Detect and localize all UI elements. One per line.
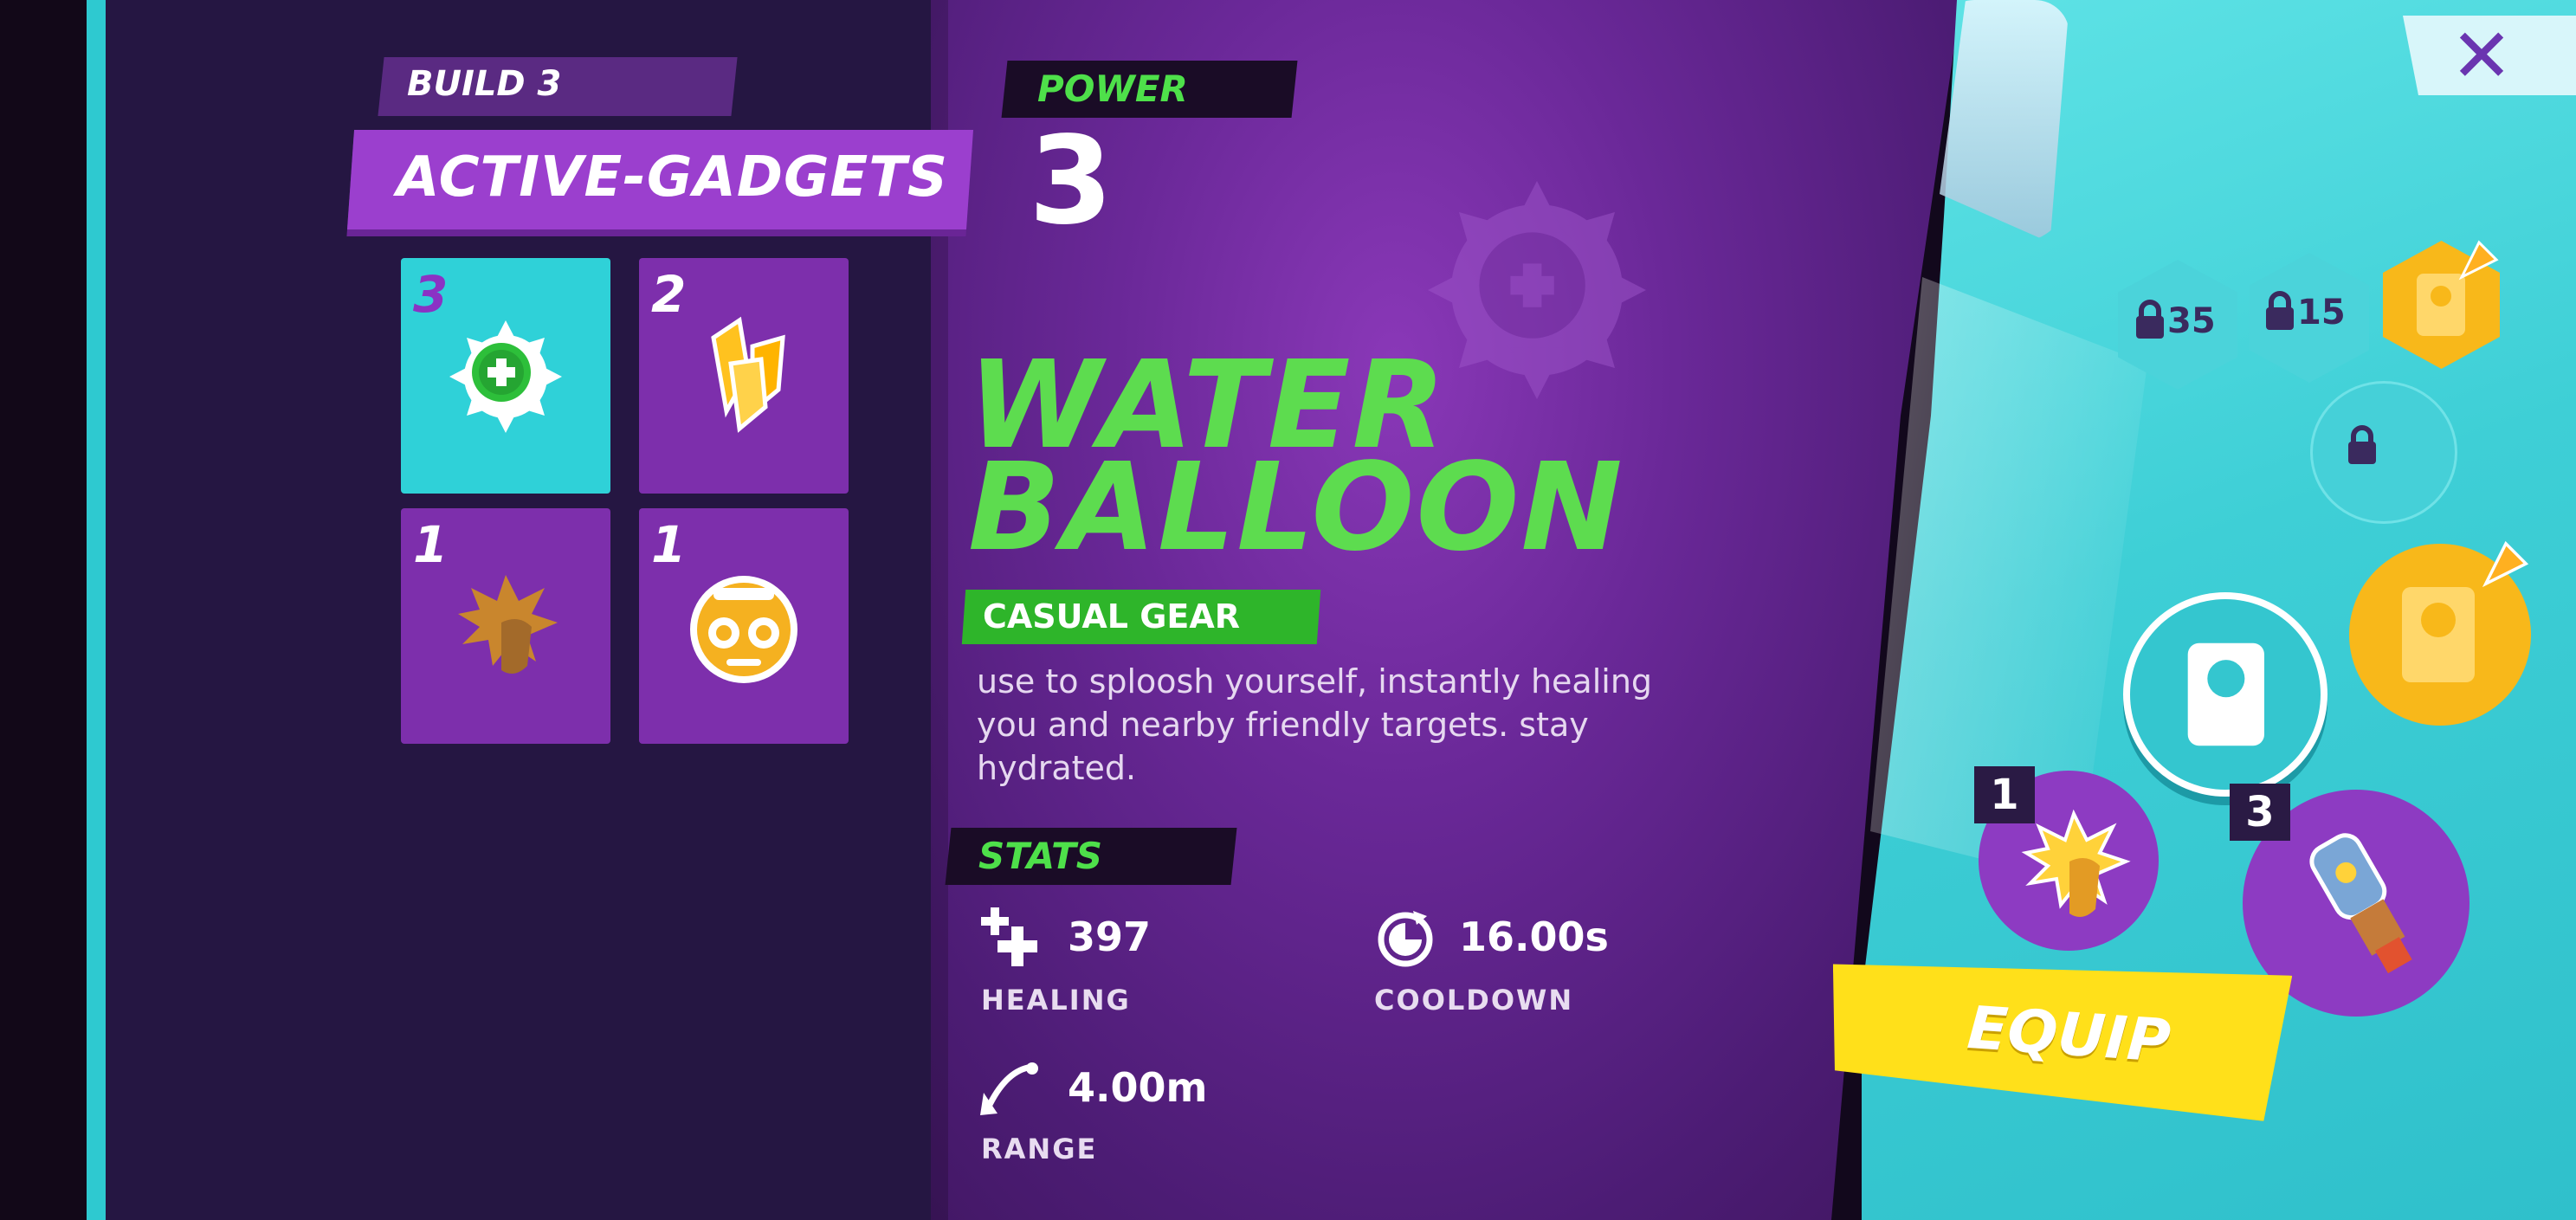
device-icon [2187, 642, 2264, 746]
cooldown-label: COOLDOWN [1374, 984, 1574, 1017]
boombox-icon [690, 576, 797, 683]
rarity-label: CASUAL GEAR [983, 597, 1241, 636]
device-icon [2402, 587, 2475, 682]
cooldown-value: 16.00s [1459, 913, 1609, 960]
gadget-tile-water-balloon[interactable]: 3 [401, 258, 610, 494]
cooldown-clock-icon [1378, 911, 1433, 967]
power-value: 3 [1029, 111, 1114, 252]
punch-fist-icon [458, 575, 558, 674]
range-arc-icon [980, 1062, 1038, 1115]
build-label: BUILD 3 [407, 64, 562, 104]
healing-label: HEALING [981, 984, 1131, 1017]
healing-plus-icon [981, 907, 1037, 966]
healing-value: 397 [1068, 913, 1152, 960]
lock-icon [2136, 300, 2164, 339]
new-badge-icon [2458, 240, 2499, 281]
loadout-slot-count: 3 [2230, 784, 2290, 841]
gadget-tile-boombox[interactable]: 1 [639, 508, 849, 744]
stats-header: STATS [978, 835, 1103, 877]
equip-label[interactable]: EQUIP [1966, 994, 2173, 1076]
lock-level-15: 15 [2297, 293, 2346, 332]
new-badge-icon [2482, 540, 2529, 588]
item-description: use to sploosh yourself, instantly heali… [977, 662, 1653, 787]
item-title-line2: BALLOON [968, 437, 1624, 578]
locked-slot-empty[interactable] [2310, 381, 2457, 524]
lock-level-35: 35 [2167, 301, 2216, 341]
category-title: ACTIVE-GADGETS [397, 145, 948, 210]
lock-icon [2348, 425, 2376, 464]
loadout-slot-count: 1 [1974, 766, 2035, 823]
range-label: RANGE [981, 1133, 1098, 1165]
water-balloon-icon [449, 320, 562, 433]
gadget-tile-crystal-shards[interactable]: 2 [639, 258, 849, 494]
left-edge-strip [0, 0, 87, 1220]
laser-gauntlet-icon [2309, 833, 2412, 974]
left-accent-line [87, 0, 106, 1220]
gadget-tile-punch[interactable]: 1 [401, 508, 610, 744]
item-title: WATER BALLOON [968, 345, 1624, 578]
close-icon[interactable]: ✕ [2450, 19, 2513, 94]
power-label: POWER [1037, 68, 1188, 110]
crystal-shards-icon [711, 316, 785, 433]
lock-icon [2266, 291, 2294, 330]
range-value: 4.00m [1068, 1064, 1208, 1111]
